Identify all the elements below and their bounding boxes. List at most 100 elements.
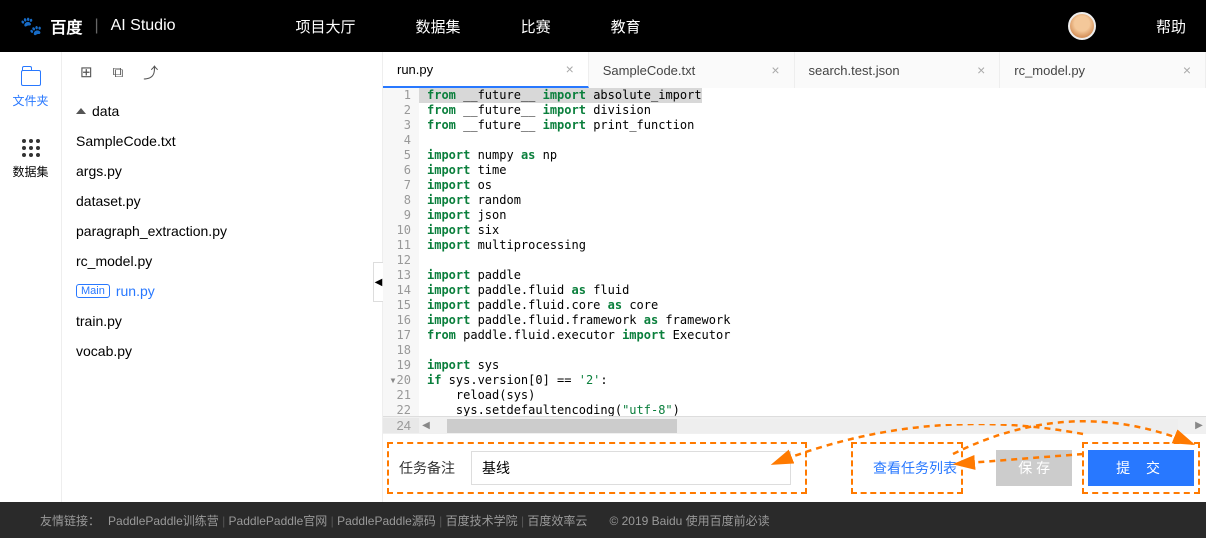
code-content[interactable]: import paddle (419, 268, 521, 283)
nav-projects[interactable]: 项目大厅 (296, 16, 356, 37)
footer: 友情链接： PaddlePaddle训练营 | PaddlePaddle官网 |… (0, 502, 1206, 538)
footer-link[interactable]: 百度技术学院 (446, 514, 518, 528)
code-line[interactable]: 8import random (383, 193, 1206, 208)
code-content[interactable]: import paddle.fluid.core as core (419, 298, 658, 313)
tree-item-vocab-py[interactable]: vocab.py (62, 336, 382, 366)
line-number: 11 (383, 238, 419, 253)
upload-icon[interactable]: ⤴ (143, 62, 158, 83)
task-remark-input[interactable] (471, 451, 791, 485)
rail-files[interactable]: 文件夹 (0, 52, 61, 121)
code-line[interactable]: 7import os (383, 178, 1206, 193)
code-line[interactable]: 14import paddle.fluid as fluid (383, 283, 1206, 298)
code-line[interactable]: 16import paddle.fluid.framework as frame… (383, 313, 1206, 328)
tree-item-SampleCode-txt[interactable]: SampleCode.txt (62, 126, 382, 156)
footer-link[interactable]: PaddlePaddle训练营 (108, 514, 219, 528)
code-content[interactable]: from __future__ import absolute_import (419, 88, 702, 103)
code-content[interactable]: if sys.version[0] == '2': (419, 373, 608, 388)
code-line[interactable]: 15import paddle.fluid.core as core (383, 298, 1206, 313)
code-content[interactable] (419, 133, 427, 148)
code-line[interactable]: 11import multiprocessing (383, 238, 1206, 253)
code-line[interactable]: 9import json (383, 208, 1206, 223)
close-icon[interactable]: × (771, 62, 779, 78)
code-content[interactable] (419, 343, 427, 358)
code-content[interactable] (419, 253, 427, 268)
tree-item-dataset-py[interactable]: dataset.py (62, 186, 382, 216)
code-content[interactable]: import json (419, 208, 506, 223)
code-line[interactable]: 12 (383, 253, 1206, 268)
view-tasks-link[interactable]: 查看任务列表 (873, 458, 957, 478)
line-number: 1 (383, 88, 419, 103)
scroll-right-icon[interactable]: ▶ (1192, 420, 1206, 431)
line-number: 19 (383, 358, 419, 373)
code-line[interactable]: 10import six (383, 223, 1206, 238)
line-number: 5 (383, 148, 419, 163)
code-line[interactable]: 19import sys (383, 358, 1206, 373)
save-button[interactable]: 保 存 (996, 450, 1072, 486)
code-content[interactable]: import multiprocessing (419, 238, 586, 253)
code-line[interactable]: 4 (383, 133, 1206, 148)
code-editor[interactable]: 1from __future__ import absolute_import2… (383, 88, 1206, 416)
tree-folder-data[interactable]: data (62, 96, 382, 126)
new-folder-icon[interactable]: ⧉ (113, 64, 124, 81)
code-line[interactable]: 1from __future__ import absolute_import (383, 88, 1206, 103)
code-content[interactable]: reload(sys) (419, 388, 535, 403)
code-line[interactable]: 17from paddle.fluid.executor import Exec… (383, 328, 1206, 343)
code-content[interactable]: import random (419, 193, 521, 208)
close-icon[interactable]: × (566, 61, 574, 77)
footer-link[interactable]: PaddlePaddle官网 (229, 514, 328, 528)
file-label: rc_model.py (76, 253, 152, 269)
code-content[interactable]: import time (419, 163, 506, 178)
code-content[interactable]: import sys (419, 358, 499, 373)
tab-run-py[interactable]: run.py× (383, 52, 589, 88)
code-line[interactable]: 18 (383, 343, 1206, 358)
footer-link[interactable]: PaddlePaddle源码 (337, 514, 436, 528)
tree-item-paragraph_extraction-py[interactable]: paragraph_extraction.py (62, 216, 382, 246)
code-line[interactable]: 21 reload(sys) (383, 388, 1206, 403)
footer-link[interactable]: 百度效率云 (527, 514, 587, 528)
tree-item-rc_model-py[interactable]: rc_model.py (62, 246, 382, 276)
logo[interactable]: 🐾 百度 | AI Studio (20, 14, 176, 38)
tree-item-run-py[interactable]: Mainrun.py (62, 276, 382, 306)
line-number: 14 (383, 283, 419, 298)
code-line[interactable]: 5import numpy as np (383, 148, 1206, 163)
code-line[interactable]: 3from __future__ import print_function (383, 118, 1206, 133)
tree-item-train-py[interactable]: train.py (62, 306, 382, 336)
rail-datasets[interactable]: 数据集 (0, 121, 61, 192)
scroll-thumb[interactable] (447, 419, 677, 433)
code-content[interactable]: import paddle.fluid as fluid (419, 283, 629, 298)
collapse-handle[interactable]: ◀ (373, 262, 383, 302)
code-line[interactable]: 13import paddle (383, 268, 1206, 283)
code-content[interactable]: import os (419, 178, 492, 193)
close-icon[interactable]: × (977, 62, 985, 78)
tab-rc_model-py[interactable]: rc_model.py× (1000, 52, 1206, 88)
code-line[interactable]: 2from __future__ import division (383, 103, 1206, 118)
code-content[interactable]: from paddle.fluid.executor import Execut… (419, 328, 730, 343)
code-content[interactable]: sys.setdefaultencoding("utf-8") (419, 403, 680, 416)
nav-datasets[interactable]: 数据集 (416, 16, 461, 37)
close-icon[interactable]: × (1183, 62, 1191, 78)
code-line[interactable]: 22 sys.setdefaultencoding("utf-8") (383, 403, 1206, 416)
line-number: 18 (383, 343, 419, 358)
code-content[interactable]: import numpy as np (419, 148, 557, 163)
code-line[interactable]: ▾20if sys.version[0] == '2': (383, 373, 1206, 388)
tab-search-test-json[interactable]: search.test.json× (795, 52, 1001, 88)
code-content[interactable]: import paddle.fluid.framework as framewo… (419, 313, 730, 328)
nav-education[interactable]: 教育 (611, 16, 641, 37)
tab-SampleCode-txt[interactable]: SampleCode.txt× (589, 52, 795, 88)
code-content[interactable]: import six (419, 223, 499, 238)
grid-icon (22, 139, 40, 157)
scroll-left-icon[interactable]: ◀ (419, 420, 433, 431)
nav-competition[interactable]: 比赛 (521, 16, 551, 37)
code-content[interactable]: from __future__ import division (419, 103, 651, 118)
tree-item-args-py[interactable]: args.py (62, 156, 382, 186)
nav-help[interactable]: 帮助 (1156, 16, 1186, 37)
submit-button[interactable]: 提 交 (1088, 450, 1194, 486)
scroll-track[interactable] (447, 419, 1178, 433)
avatar[interactable] (1068, 12, 1096, 40)
new-file-icon[interactable]: ⊞ (80, 63, 93, 81)
code-line[interactable]: 6import time (383, 163, 1206, 178)
top-header: 🐾 百度 | AI Studio 项目大厅 数据集 比赛 教育 帮助 (0, 0, 1206, 52)
editor-tabs: run.py×SampleCode.txt×search.test.json×r… (383, 52, 1206, 88)
horizontal-scrollbar[interactable]: 24 ◀ ▶ (383, 416, 1206, 434)
code-content[interactable]: from __future__ import print_function (419, 118, 694, 133)
